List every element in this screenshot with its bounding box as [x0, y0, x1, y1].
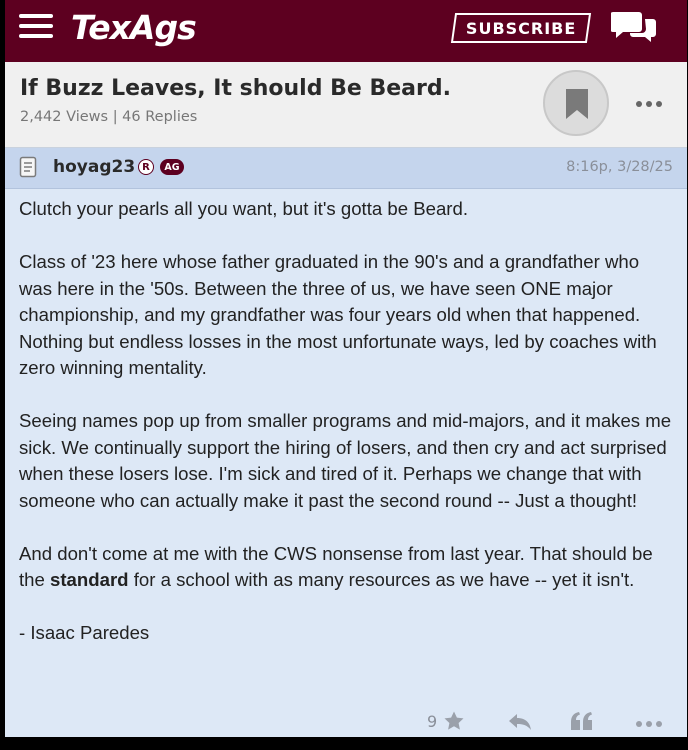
post-timestamp[interactable]: 8:16p, 3/28/25 — [566, 159, 673, 175]
vote-count: 9 — [427, 712, 438, 731]
bookmark-button[interactable] — [543, 70, 609, 136]
reply-icon[interactable] — [507, 712, 533, 732]
registered-badge: R — [138, 159, 154, 175]
star-icon[interactable] — [443, 710, 465, 732]
user-icon — [19, 156, 37, 178]
chat-icon[interactable] — [611, 10, 657, 44]
post-header: hoyag23 R AG 8:16p, 3/28/25 — [5, 148, 687, 189]
more-icon[interactable] — [635, 100, 663, 108]
bookmark-icon — [566, 89, 588, 119]
thread-header: If Buzz Leaves, It should Be Beard. 2,44… — [5, 62, 687, 148]
hamburger-icon[interactable] — [19, 14, 53, 38]
top-navbar: TexAgs SUBSCRIBE — [5, 0, 687, 62]
more-icon[interactable] — [635, 720, 663, 728]
quote-icon[interactable] — [569, 710, 595, 732]
post-signature: - Isaac Paredes — [19, 622, 150, 643]
app-frame: TexAgs SUBSCRIBE If Buzz Leaves, It shou… — [5, 0, 687, 737]
post-bold-text: standard — [50, 569, 129, 590]
post-paragraph: And don't come at me with the CWS nonsen… — [19, 541, 675, 594]
post-paragraph: Clutch your pearls all you want, but it'… — [19, 198, 469, 219]
post-footer: 9 — [5, 706, 687, 737]
post-username[interactable]: hoyag23 — [53, 157, 135, 177]
subscribe-button[interactable]: SUBSCRIBE — [450, 13, 592, 43]
subscribe-label: SUBSCRIBE — [465, 18, 577, 38]
post-text: for a school with as many resources as w… — [128, 569, 635, 590]
thread-title: If Buzz Leaves, It should Be Beard. — [20, 76, 451, 101]
thread-stats: 2,442 Views | 46 Replies — [20, 109, 198, 125]
post-paragraph: Class of '23 here whose father graduated… — [19, 251, 657, 378]
post-paragraph: Seeing names pop up from smaller program… — [19, 410, 672, 511]
post-body: Clutch your pearls all you want, but it'… — [19, 196, 675, 673]
ag-badge: AG — [160, 159, 184, 175]
site-logo[interactable]: TexAgs — [71, 8, 197, 47]
